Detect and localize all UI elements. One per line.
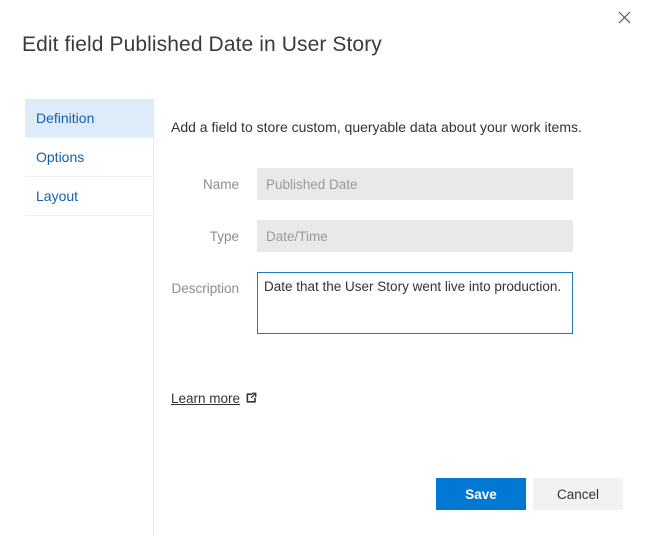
form-row-description: Description — [171, 272, 631, 334]
close-icon-button[interactable] — [610, 4, 638, 30]
save-button[interactable]: Save — [436, 478, 526, 510]
type-field-label: Type — [209, 229, 239, 244]
sidebar-item-label: Options — [36, 149, 85, 165]
sidebar-item-options[interactable]: Options — [25, 138, 153, 177]
form-row-type: Type — [171, 220, 631, 252]
panel-description: Add a field to store custom, queryable d… — [171, 119, 582, 135]
form-row-name: Name — [171, 168, 631, 200]
definition-panel: Add a field to store custom, queryable d… — [171, 99, 631, 408]
dialog-footer: Save Cancel — [0, 478, 648, 512]
page-title: Edit field Published Date in User Story — [22, 33, 382, 57]
edit-field-dialog: Edit field Published Date in User Story … — [0, 0, 648, 552]
sidebar-item-label: Definition — [36, 110, 95, 126]
cancel-button[interactable]: Cancel — [533, 478, 623, 510]
description-field[interactable] — [257, 272, 573, 334]
close-icon — [618, 11, 631, 24]
learn-more-link[interactable]: Learn more — [171, 391, 257, 406]
name-field-label: Name — [202, 177, 239, 192]
type-field[interactable] — [257, 220, 573, 252]
name-field[interactable] — [257, 168, 573, 200]
description-field-label: Description — [171, 281, 239, 296]
learn-more-label: Learn more — [171, 391, 241, 406]
external-link-icon — [246, 391, 257, 406]
learn-more-row: Learn more — [171, 390, 631, 408]
sidebar-item-definition[interactable]: Definition — [25, 99, 153, 138]
sidebar-item-label: Layout — [36, 188, 79, 204]
sidebar-item-layout[interactable]: Layout — [25, 177, 153, 216]
sidebar: Definition Options Layout — [25, 99, 154, 536]
